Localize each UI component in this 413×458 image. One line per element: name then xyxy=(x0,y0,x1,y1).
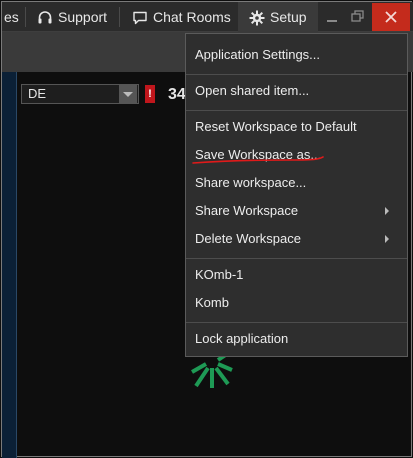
menu-item-share-workspace[interactable]: Share Workspace xyxy=(186,197,407,225)
menu-item-lock-application[interactable]: Lock application xyxy=(186,325,407,353)
headset-icon xyxy=(38,11,52,24)
setup-menu: Application Settings... Open shared item… xyxy=(185,33,408,357)
support-button[interactable]: Support xyxy=(26,2,118,32)
top-toolbar: es Support Chat Rooms Setup xyxy=(2,2,413,32)
support-label: Support xyxy=(58,9,108,25)
tab-partial[interactable]: es xyxy=(2,2,24,32)
app-window: es Support Chat Rooms Setup DE ! 34 Appl… xyxy=(1,1,413,458)
menu-item-workspace-komb[interactable]: Komb xyxy=(186,289,407,317)
alert-badge[interactable]: ! xyxy=(145,85,155,103)
menu-item-label: Reset Workspace to Default xyxy=(195,119,357,134)
menu-item-workspace-komb-1[interactable]: KOmb-1 xyxy=(186,261,407,289)
menu-item-label: Application Settings... xyxy=(195,47,321,62)
menu-divider xyxy=(186,74,407,75)
tab-partial-label: es xyxy=(4,9,19,25)
menu-item-label: Lock application xyxy=(195,331,289,346)
menu-divider xyxy=(186,322,407,323)
left-panel-edge xyxy=(2,72,17,458)
setup-button[interactable]: Setup xyxy=(238,2,318,32)
minimize-icon xyxy=(327,20,337,22)
symbol-value: DE xyxy=(28,86,47,101)
menu-item-label: KOmb-1 xyxy=(195,267,244,282)
submenu-arrow-icon xyxy=(385,207,389,215)
submenu-arrow-icon xyxy=(385,235,389,243)
menu-divider xyxy=(186,258,407,259)
minimize-button[interactable] xyxy=(320,3,344,31)
menu-item-reset-workspace[interactable]: Reset Workspace to Default xyxy=(186,113,407,141)
dropdown-arrow-icon[interactable] xyxy=(119,85,137,103)
close-button[interactable] xyxy=(372,3,410,31)
menu-item-delete-workspace[interactable]: Delete Workspace xyxy=(186,225,407,253)
menu-item-application-settings[interactable]: Application Settings... xyxy=(186,41,407,69)
restore-icon xyxy=(351,10,364,22)
chat-icon xyxy=(133,11,147,25)
close-icon xyxy=(385,11,397,23)
chat-rooms-label: Chat Rooms xyxy=(153,9,231,25)
price-value: 34 xyxy=(168,86,186,103)
restore-button[interactable] xyxy=(346,3,370,31)
menu-item-label: Open shared item... xyxy=(195,83,310,98)
menu-divider xyxy=(186,110,407,111)
red-underline-annotation xyxy=(192,156,324,164)
menu-item-label: Share workspace... xyxy=(195,175,307,190)
menu-item-share-workspace-dialog[interactable]: Share workspace... xyxy=(186,169,407,197)
menu-item-label: Share Workspace xyxy=(195,203,299,218)
menu-item-label: Delete Workspace xyxy=(195,231,301,246)
gear-icon xyxy=(249,10,265,26)
menu-item-label: Komb xyxy=(195,295,229,310)
setup-label: Setup xyxy=(270,9,307,25)
chat-rooms-button[interactable]: Chat Rooms xyxy=(120,2,237,32)
menu-item-open-shared-item[interactable]: Open shared item... xyxy=(186,77,407,105)
